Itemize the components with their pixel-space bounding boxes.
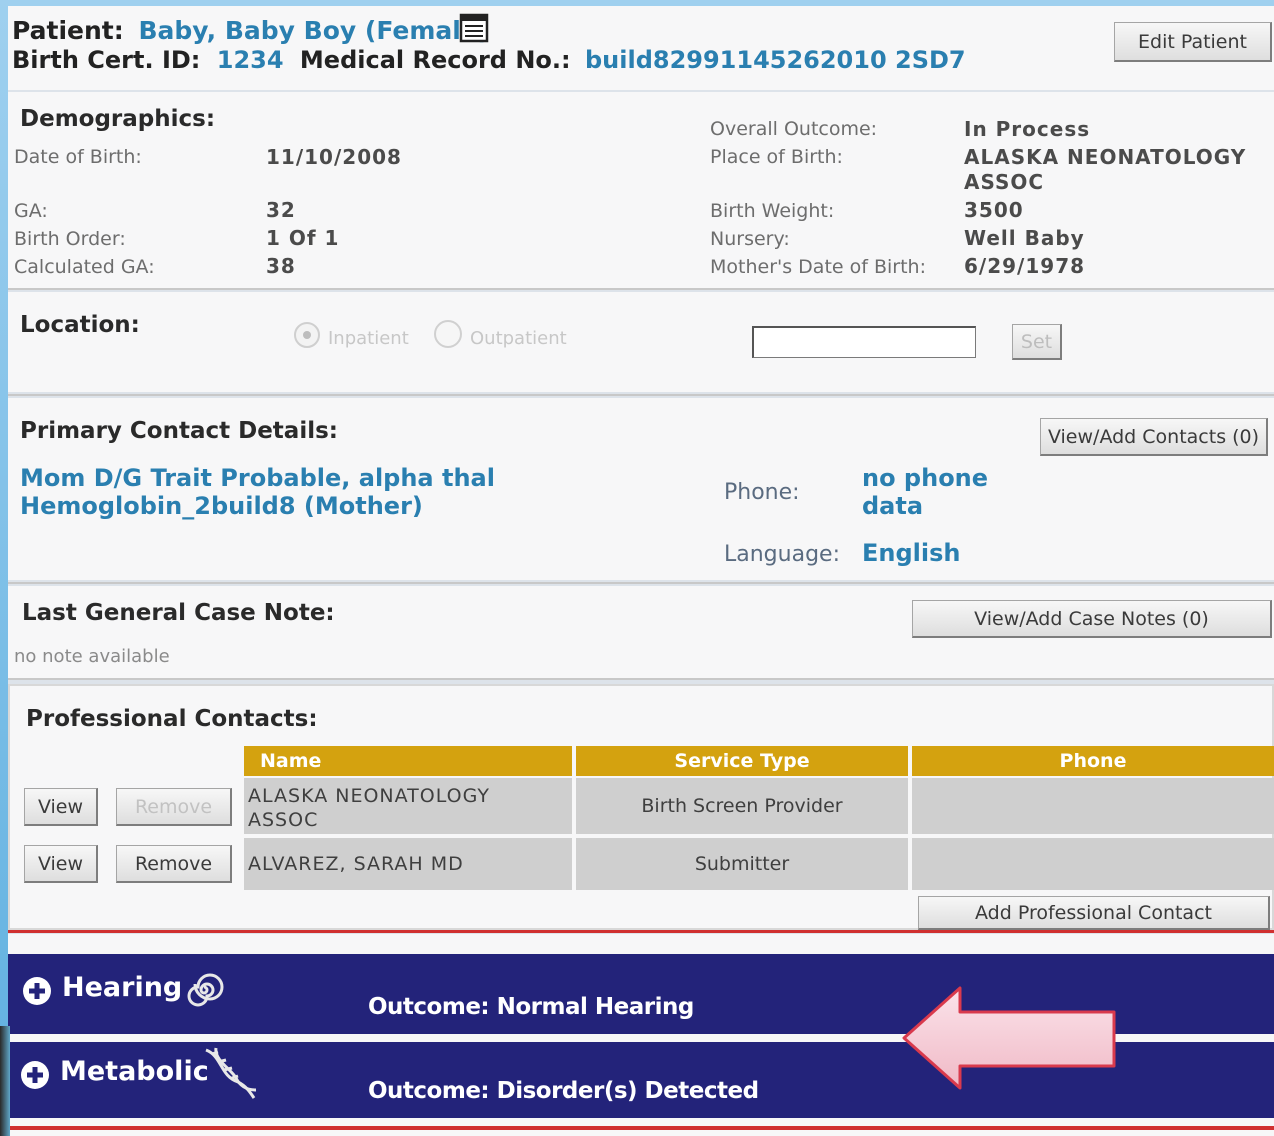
place-of-birth-label: Place of Birth: [710, 146, 843, 168]
table-row: ALASKA NEONATOLOGY ASSOC [244, 778, 572, 834]
divider [8, 678, 1274, 680]
mrn-label: Medical Record No.: [299, 46, 571, 74]
remove-contact-button[interactable]: Remove [116, 788, 232, 826]
hearing-title[interactable]: Hearing [62, 972, 182, 1003]
location-panel [8, 292, 1274, 392]
contact-name-line1: ALASKA NEONATOLOGY [248, 785, 490, 807]
birth-order-label: Birth Order: [14, 228, 126, 250]
view-add-case-notes-button[interactable]: View/Add Case Notes (0) [912, 600, 1272, 638]
language-value: English [862, 539, 961, 567]
decorative-stripe [0, 1026, 10, 1136]
highlight-arrow-icon [900, 986, 1120, 1090]
place-of-birth-value: ALASKA NEONATOLOGY ASSOC [964, 145, 1247, 194]
overall-outcome-value: In Process [964, 117, 1091, 141]
contact-service-type: Submitter [576, 838, 908, 890]
divider [8, 394, 1274, 396]
red-separator [8, 930, 1274, 933]
nursery-value: Well Baby [964, 226, 1085, 250]
location-input[interactable] [752, 326, 976, 358]
expand-plus-icon[interactable] [20, 1060, 50, 1090]
ids-line: Birth Cert. ID: 1234 Medical Record No.:… [12, 46, 966, 74]
outpatient-label: Outpatient [470, 328, 567, 349]
case-note-title: Last General Case Note: [22, 600, 335, 626]
patient-line: Patient: Baby, Baby Boy (Female) [12, 16, 489, 45]
contact-name-line1: ALVAREZ, SARAH MD [248, 853, 464, 875]
add-professional-contact-button[interactable]: Add Professional Contact [918, 896, 1270, 930]
contact-name-line2: ASSOC [248, 809, 319, 831]
patient-name[interactable]: Baby, Baby Boy (Female) [138, 16, 489, 45]
ga-value: 32 [266, 198, 296, 222]
birth-cert-label: Birth Cert. ID: [12, 46, 201, 74]
set-button[interactable]: Set [1012, 324, 1062, 360]
column-header-name[interactable]: Name [244, 746, 572, 776]
ear-spiral-icon [184, 970, 224, 1010]
dna-icon [202, 1046, 260, 1102]
column-header-service-type[interactable]: Service Type [576, 746, 908, 776]
divider [8, 288, 1274, 290]
divider [8, 582, 1274, 584]
overall-outcome-label: Overall Outcome: [710, 118, 878, 140]
contact-phone [912, 838, 1274, 890]
calculated-ga-value: 38 [266, 254, 296, 278]
primary-contact-name-line2[interactable]: Hemoglobin_2build8 (Mother) [20, 492, 423, 520]
column-header-phone[interactable]: Phone [912, 746, 1274, 776]
metabolic-title[interactable]: Metabolic [60, 1056, 209, 1087]
birth-cert-id: 1234 [216, 46, 284, 74]
ga-label: GA: [14, 200, 48, 222]
mrn-value: build82991145262010 2SD7 [584, 46, 966, 74]
view-contact-button[interactable]: View [24, 788, 98, 826]
table-row: ALVAREZ, SARAH MD [244, 838, 572, 890]
calendar-icon[interactable] [458, 12, 490, 44]
primary-contact-title: Primary Contact Details: [20, 418, 338, 444]
location-title: Location: [20, 312, 140, 338]
calculated-ga-label: Calculated GA: [14, 256, 155, 278]
primary-contact-name-line1[interactable]: Mom D/G Trait Probable, alpha thal [20, 464, 495, 492]
view-add-contacts-button[interactable]: View/Add Contacts (0) [1040, 418, 1268, 456]
metabolic-outcome: Outcome: Disorder(s) Detected [368, 1078, 759, 1104]
band-gap [8, 1118, 1274, 1126]
expand-plus-icon[interactable] [22, 976, 52, 1006]
case-note-text: no note available [14, 646, 170, 667]
spacer [8, 934, 1274, 954]
dob-value: 11/10/2008 [266, 145, 402, 169]
outpatient-radio[interactable] [434, 320, 462, 348]
contact-phone [912, 778, 1274, 834]
remove-contact-button[interactable]: Remove [116, 845, 232, 883]
hearing-outcome: Outcome: Normal Hearing [368, 994, 694, 1020]
birth-weight-label: Birth Weight: [710, 200, 835, 222]
language-label: Language: [724, 542, 840, 567]
nursery-label: Nursery: [710, 228, 790, 250]
dob-label: Date of Birth: [14, 146, 142, 168]
inpatient-label: Inpatient [328, 328, 409, 349]
spacer [8, 1130, 1274, 1136]
view-contact-button[interactable]: View [24, 845, 98, 883]
mother-dob-value: 6/29/1978 [964, 254, 1086, 278]
phone-label: Phone: [724, 480, 800, 505]
page-left-strip [0, 0, 8, 1136]
demographics-title: Demographics: [20, 106, 216, 132]
professional-contacts-title: Professional Contacts: [26, 706, 318, 732]
edit-patient-button[interactable]: Edit Patient [1114, 22, 1272, 62]
inpatient-radio[interactable] [294, 322, 320, 348]
phone-value-line2: data [862, 492, 924, 520]
contact-service-type: Birth Screen Provider [576, 778, 908, 834]
phone-value-line1: no phone [862, 464, 989, 492]
patient-label: Patient: [12, 16, 124, 45]
mother-dob-label: Mother's Date of Birth: [710, 256, 926, 278]
birth-weight-value: 3500 [964, 198, 1024, 222]
birth-order-value: 1 Of 1 [266, 226, 340, 250]
